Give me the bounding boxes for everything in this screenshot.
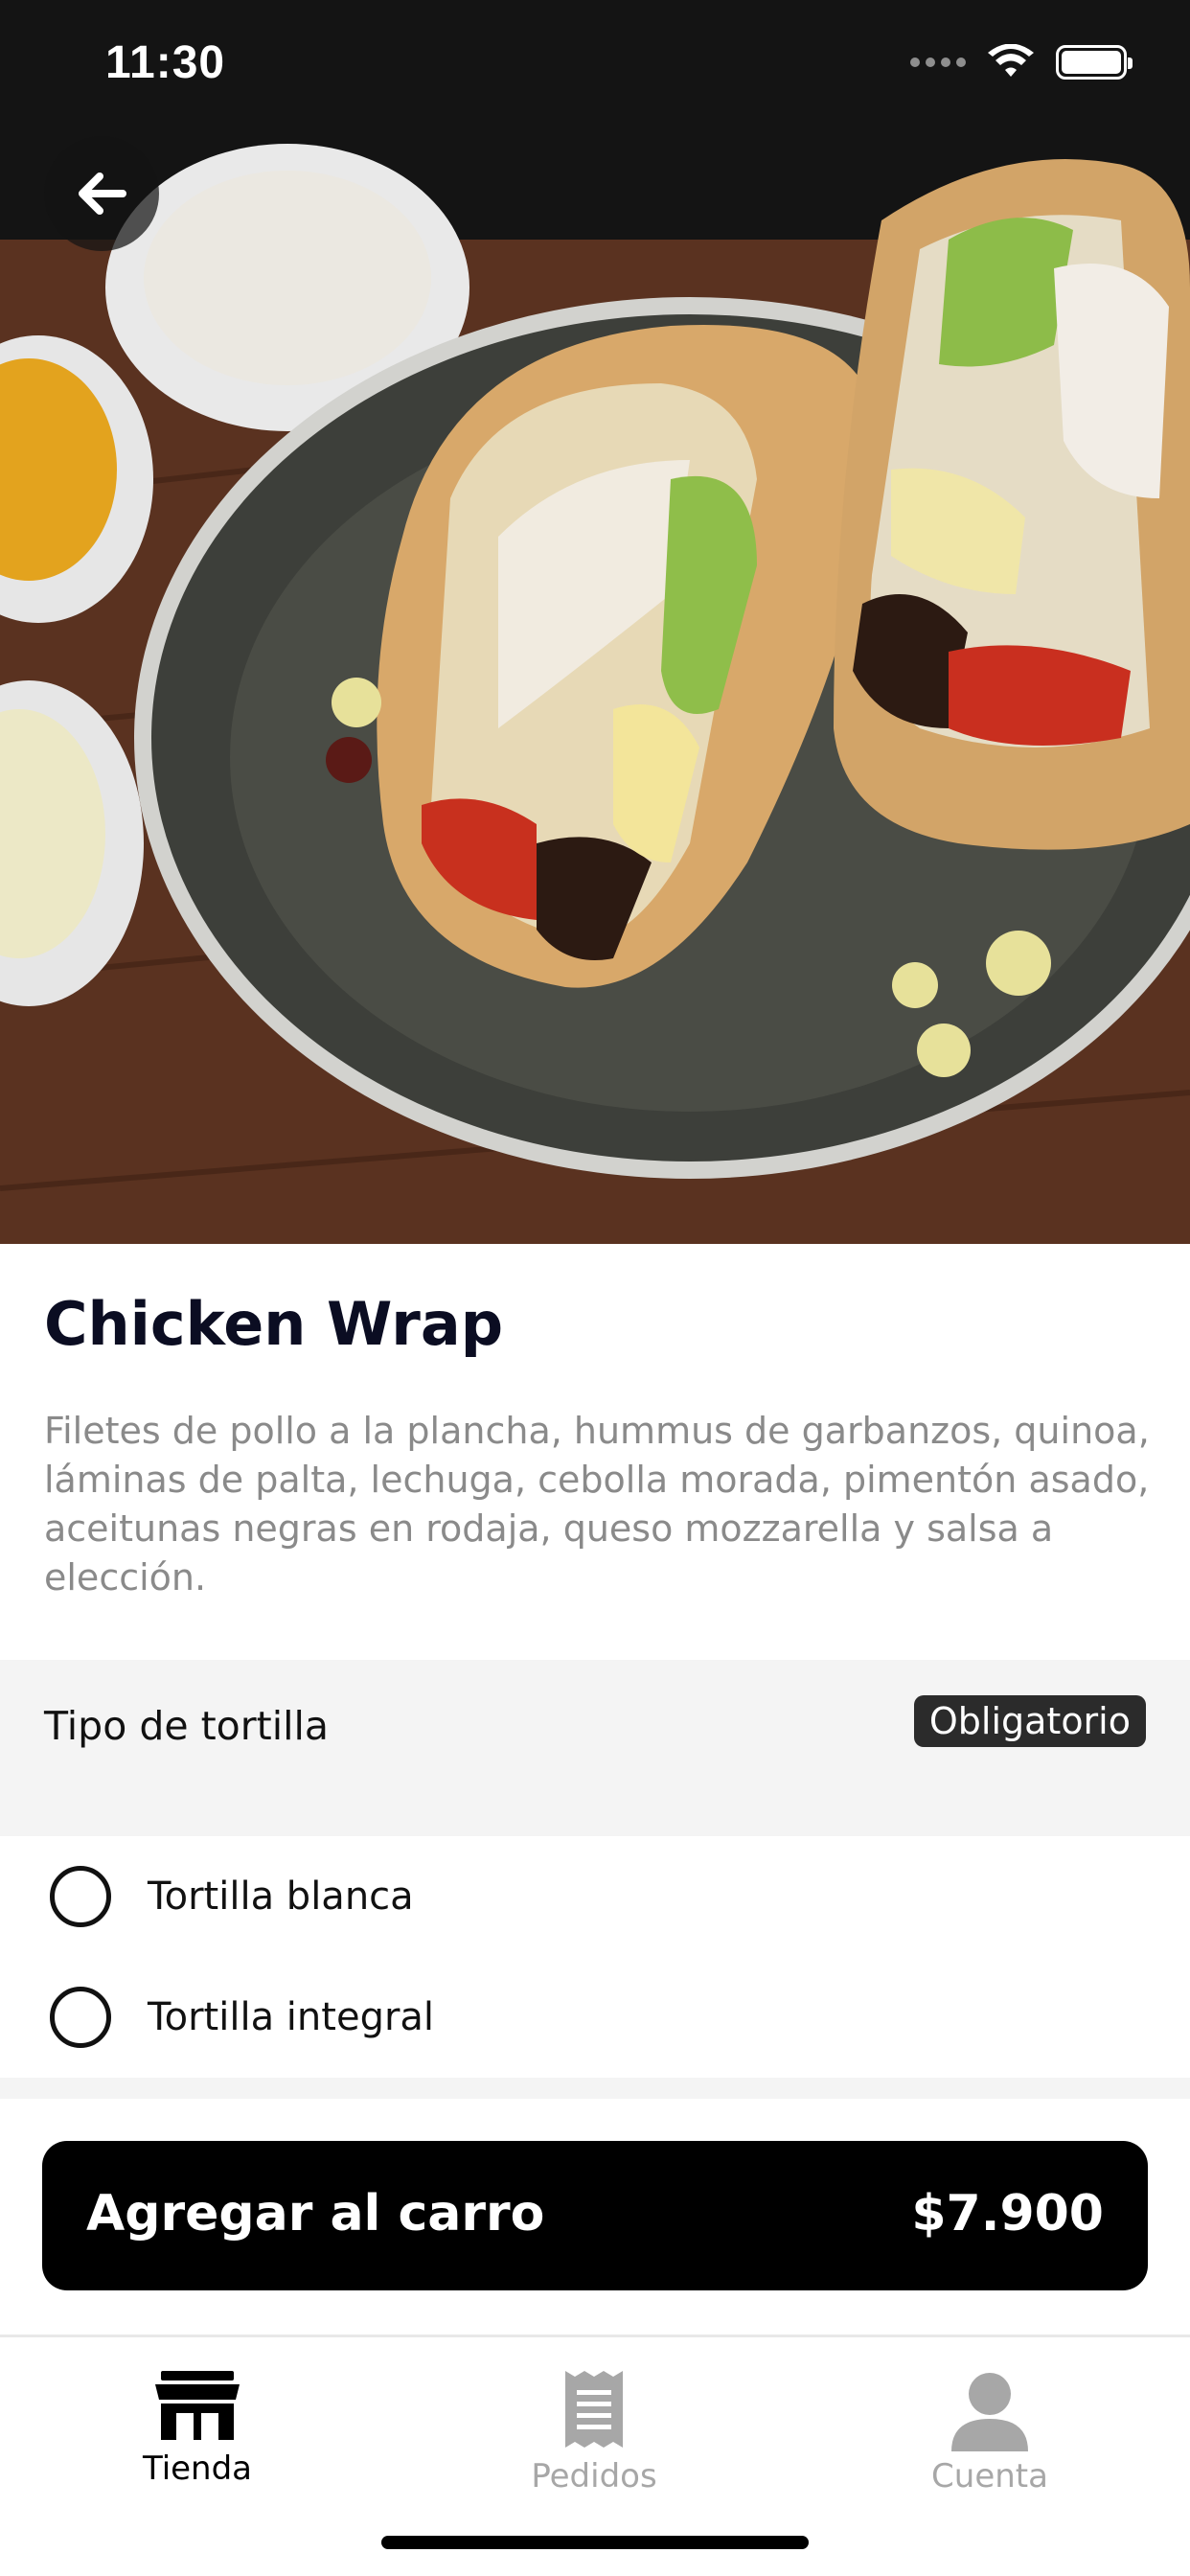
tab-pedidos[interactable]: Pedidos bbox=[450, 2358, 738, 2511]
signal-icon bbox=[910, 58, 966, 67]
back-button[interactable] bbox=[44, 136, 159, 251]
battery-icon bbox=[1056, 45, 1133, 80]
option-label: Tortilla integral bbox=[148, 1995, 435, 2039]
home-indicator bbox=[381, 2536, 809, 2549]
tab-label: Cuenta bbox=[931, 2457, 1048, 2496]
options-section-title: Tipo de tortilla bbox=[44, 1703, 329, 1749]
product-image bbox=[0, 0, 1190, 1244]
add-to-cart-label: Agregar al carro bbox=[86, 2185, 545, 2242]
tab-label: Pedidos bbox=[531, 2457, 657, 2496]
add-to-cart-button[interactable]: Agregar al carro $7.900 bbox=[42, 2141, 1148, 2290]
option-label: Tortilla blanca bbox=[148, 1874, 414, 1919]
status-time: 11:30 bbox=[105, 37, 226, 88]
arrow-left-icon bbox=[79, 172, 126, 215]
status-icons bbox=[910, 44, 1133, 80]
add-to-cart-price: $7.900 bbox=[911, 2185, 1104, 2242]
required-badge: Obligatorio bbox=[913, 1695, 1146, 1747]
option-tortilla-blanca[interactable]: Tortilla blanca bbox=[0, 1844, 1190, 1949]
section-divider bbox=[0, 2078, 1190, 2099]
tabbar-divider bbox=[0, 2334, 1190, 2337]
person-icon bbox=[951, 2373, 1028, 2451]
product-title: Chicken Wrap bbox=[44, 1289, 504, 1359]
receipt-icon bbox=[565, 2371, 623, 2448]
product-description: Filetes de pollo a la plancha, hummus de… bbox=[44, 1410, 1150, 1598]
chicken-wrap-photo bbox=[0, 0, 1190, 1244]
wifi-icon bbox=[988, 44, 1034, 77]
tab-tienda[interactable]: Tienda bbox=[54, 2358, 341, 2511]
option-tortilla-integral[interactable]: Tortilla integral bbox=[0, 1965, 1190, 2070]
tab-cuenta[interactable]: Cuenta bbox=[846, 2358, 1133, 2511]
tab-label: Tienda bbox=[142, 2450, 253, 2488]
radio-button[interactable] bbox=[50, 1866, 111, 1927]
radio-button[interactable] bbox=[50, 1987, 111, 2048]
store-icon bbox=[155, 2371, 240, 2440]
